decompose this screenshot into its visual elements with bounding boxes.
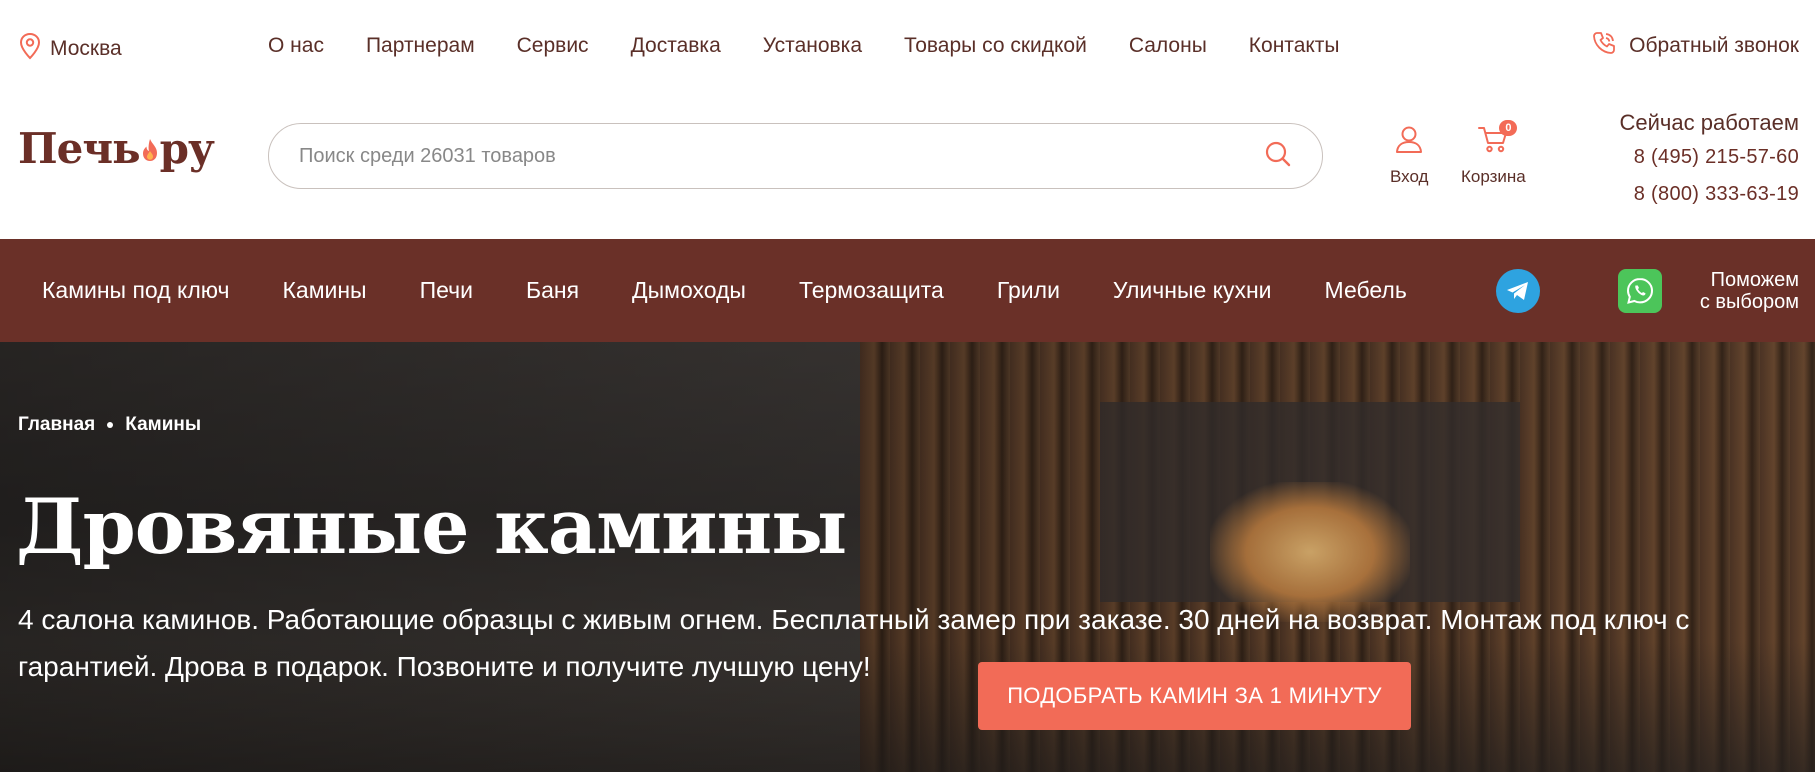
category-stoves[interactable]: Печи bbox=[420, 277, 473, 304]
breadcrumb-home[interactable]: Главная bbox=[18, 414, 95, 436]
logo-part2: ру bbox=[159, 124, 215, 173]
whatsapp-icon[interactable] bbox=[1618, 269, 1662, 313]
pick-fireplace-button[interactable]: ПОДОБРАТЬ КАМИН ЗА 1 МИНУТУ bbox=[978, 662, 1411, 730]
page-title: Дровяные камины bbox=[16, 482, 847, 571]
search-icon[interactable] bbox=[1264, 140, 1292, 173]
top-nav-contacts[interactable]: Контакты bbox=[1249, 34, 1340, 58]
city-label: Москва bbox=[50, 37, 122, 60]
hero-banner: Главная Камины Дровяные камины 4 салона … bbox=[0, 342, 1815, 772]
category-thermal-protection[interactable]: Термозащита bbox=[799, 277, 944, 304]
header: Печь ру Вход 0 Корзина Сейчас работаем 8… bbox=[0, 94, 1815, 239]
category-outdoor-kitchens[interactable]: Уличные кухни bbox=[1113, 277, 1272, 304]
category-list: Камины под ключ Камины Печи Баня Дымоход… bbox=[42, 239, 1407, 342]
callback-label: Обратный звонок bbox=[1629, 34, 1799, 57]
logo-part1: Печь bbox=[18, 124, 141, 173]
top-nav-about[interactable]: О нас bbox=[268, 34, 324, 58]
cart-count-badge: 0 bbox=[1499, 120, 1518, 136]
search-bar[interactable] bbox=[268, 123, 1323, 189]
hero-description: 4 салона каминов. Работающие образцы с ж… bbox=[18, 604, 1690, 682]
breadcrumb-separator bbox=[107, 422, 114, 428]
category-fireplaces-turnkey[interactable]: Камины под ключ bbox=[42, 277, 230, 304]
work-status: Сейчас работаем bbox=[1619, 110, 1799, 135]
top-bar: Москва О нас Партнерам Сервис Доставка У… bbox=[0, 0, 1815, 94]
top-nav-partners[interactable]: Партнерам bbox=[366, 34, 475, 58]
category-furniture[interactable]: Мебель bbox=[1325, 277, 1407, 304]
phone-icon bbox=[1591, 30, 1617, 62]
logo[interactable]: Печь ру bbox=[18, 124, 215, 173]
login-button[interactable]: Вход bbox=[1390, 124, 1428, 187]
search-input[interactable] bbox=[299, 144, 1264, 168]
login-label: Вход bbox=[1390, 167, 1429, 186]
help-choose-link[interactable]: Поможем с выбором bbox=[1700, 269, 1799, 313]
breadcrumb-current[interactable]: Камины bbox=[125, 414, 201, 436]
telegram-icon[interactable] bbox=[1496, 269, 1540, 313]
phone-federal[interactable]: 8 (800) 333-63-19 bbox=[1620, 183, 1799, 206]
top-nav-salons[interactable]: Салоны bbox=[1129, 34, 1207, 58]
cart-icon bbox=[1477, 127, 1509, 158]
flame-icon bbox=[141, 124, 159, 173]
phone-moscow[interactable]: 8 (495) 215-57-60 bbox=[1620, 146, 1799, 169]
top-nav-delivery[interactable]: Доставка bbox=[631, 34, 721, 58]
contacts-block: Сейчас работаем 8 (495) 215-57-60 8 (800… bbox=[1620, 110, 1799, 206]
user-icon bbox=[1394, 124, 1424, 159]
category-sauna[interactable]: Баня bbox=[526, 277, 579, 304]
breadcrumb: Главная Камины bbox=[18, 414, 201, 436]
cart-button[interactable]: 0 Корзина bbox=[1461, 120, 1526, 187]
city-selector[interactable]: Москва bbox=[18, 32, 122, 66]
top-nav-discounts[interactable]: Товары со скидкой bbox=[904, 34, 1087, 58]
cart-label: Корзина bbox=[1461, 167, 1526, 186]
top-nav-installation[interactable]: Установка bbox=[763, 34, 862, 58]
category-fireplaces[interactable]: Камины bbox=[283, 277, 367, 304]
category-nav: Камины под ключ Камины Печи Баня Дымоход… bbox=[0, 239, 1815, 342]
top-nav: О нас Партнерам Сервис Доставка Установк… bbox=[268, 34, 1340, 58]
help-line1: Поможем bbox=[1710, 269, 1799, 291]
category-chimneys[interactable]: Дымоходы bbox=[632, 277, 746, 304]
callback-link[interactable]: Обратный звонок bbox=[1591, 30, 1799, 62]
top-nav-service[interactable]: Сервис bbox=[517, 34, 589, 58]
location-pin-icon bbox=[18, 32, 42, 66]
cart-icon-wrap: 0 bbox=[1477, 120, 1518, 159]
category-grills[interactable]: Грили bbox=[997, 277, 1060, 304]
help-line2: с выбором bbox=[1699, 291, 1799, 313]
